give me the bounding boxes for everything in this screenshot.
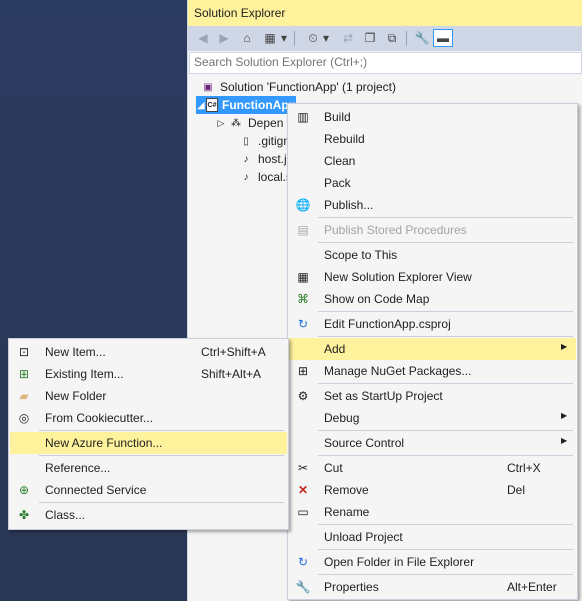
submenu-item-from-cookiecutter[interactable]: ◎ From Cookiecutter... xyxy=(10,407,287,429)
menu-item-show-on-code-map[interactable]: ⌘ Show on Code Map xyxy=(289,288,576,310)
submenu-item-new-folder[interactable]: ▰ New Folder xyxy=(10,385,287,407)
refresh-icon: ↻ xyxy=(297,555,309,569)
gear-icon: ⚙ xyxy=(297,389,309,403)
menu-item-publish[interactable]: 🌐 Publish... xyxy=(289,194,576,216)
menu-separator xyxy=(39,502,284,503)
file-icon: ▯ xyxy=(243,135,249,147)
globe-icon: 🌐 xyxy=(295,198,311,212)
add-submenu: ⊡ New Item... Ctrl+Shift+A ⊞ Existing It… xyxy=(8,338,289,530)
tree-item-host-json[interactable]: ♪ host.js xyxy=(238,150,293,168)
class-icon: ✤ xyxy=(18,508,30,522)
menu-separator xyxy=(318,574,573,575)
database-icon: ▤ xyxy=(297,223,309,237)
submenu-item-class[interactable]: ✤ Class... xyxy=(10,504,287,526)
show-all-files-icon[interactable]: ⧉ xyxy=(383,29,401,47)
menu-item-add[interactable]: Add ▶ xyxy=(289,338,576,360)
menu-item-cut[interactable]: ✂ Cut Ctrl+X xyxy=(289,457,576,479)
expand-arrow-icon[interactable]: ▷ xyxy=(214,118,228,129)
menu-item-scope-to-this[interactable]: Scope to This xyxy=(289,244,576,266)
submenu-arrow-icon: ▶ xyxy=(561,342,568,351)
tree-item-gitignore[interactable]: ▯ .gitign xyxy=(238,132,290,150)
menu-item-remove[interactable]: ✕ Remove Del xyxy=(289,479,576,501)
menu-item-clean[interactable]: Clean xyxy=(289,150,576,172)
search-box[interactable] xyxy=(189,52,582,74)
tree-item-local-settings[interactable]: ♪ local.s xyxy=(238,168,293,186)
connected-service-icon: ⊕ xyxy=(18,483,30,497)
menu-item-edit-csproj[interactable]: ↻ Edit FunctionApp.csproj xyxy=(289,313,576,335)
existing-item-icon: ⊞ xyxy=(18,367,30,381)
menu-separator xyxy=(318,217,573,218)
menu-separator xyxy=(318,549,573,550)
new-item-icon: ⊡ xyxy=(18,345,30,359)
menu-item-rename[interactable]: ▭ Rename xyxy=(289,501,576,523)
folder-icon: ▰ xyxy=(19,389,29,403)
menu-separator xyxy=(318,383,573,384)
menu-separator xyxy=(318,242,573,243)
menu-separator xyxy=(318,336,573,337)
json-file-icon: ♪ xyxy=(243,153,249,165)
tree-item-project[interactable]: ◢ C# FunctionApp xyxy=(196,96,296,114)
new-view-icon: ▦ xyxy=(297,270,309,284)
cut-icon: ✂ xyxy=(297,461,309,475)
collapse-arrow-icon[interactable]: ◢ xyxy=(196,100,206,111)
submenu-arrow-icon: ▶ xyxy=(561,411,568,420)
sync-icon[interactable]: ⇄ xyxy=(339,29,357,47)
forward-icon[interactable]: ▶ xyxy=(215,29,233,47)
submenu-item-reference[interactable]: Reference... xyxy=(10,457,287,479)
menu-separator xyxy=(318,455,573,456)
menu-separator xyxy=(318,430,573,431)
submenu-item-new-azure-function[interactable]: New Azure Function... xyxy=(10,432,287,454)
menu-item-source-control[interactable]: Source Control ▶ xyxy=(289,432,576,454)
menu-item-build[interactable]: ▥ Build xyxy=(289,106,576,128)
menu-item-unload-project[interactable]: Unload Project xyxy=(289,526,576,548)
home-icon[interactable]: ⌂ xyxy=(238,29,256,47)
menu-separator xyxy=(39,430,284,431)
submenu-item-existing-item[interactable]: ⊞ Existing Item... Shift+Alt+A xyxy=(10,363,287,385)
menu-item-set-startup-project[interactable]: ⚙ Set as StartUp Project xyxy=(289,385,576,407)
submenu-arrow-icon: ▶ xyxy=(561,436,568,445)
rename-icon: ▭ xyxy=(297,505,309,519)
chevron-down-icon[interactable]: ▾ xyxy=(280,29,288,47)
tree-item-solution[interactable]: ▣ Solution 'FunctionApp' (1 project) xyxy=(200,78,396,96)
submenu-item-new-item[interactable]: ⊡ New Item... Ctrl+Shift+A xyxy=(10,341,287,363)
menu-item-new-solution-explorer-view[interactable]: ▦ New Solution Explorer View xyxy=(289,266,576,288)
preview-selected-icon[interactable]: ▬ xyxy=(433,29,453,47)
menu-item-debug[interactable]: Debug ▶ xyxy=(289,407,576,429)
panel-title: Solution Explorer xyxy=(194,6,286,20)
dependencies-icon: ⁂ xyxy=(231,117,241,129)
menu-item-rebuild[interactable]: Rebuild xyxy=(289,128,576,150)
project-context-menu: ▥ Build Rebuild Clean Pack 🌐 Publish... … xyxy=(287,103,578,600)
nuget-icon: ⊞ xyxy=(297,364,309,378)
solution-icon: ▣ xyxy=(203,81,213,93)
chevron-down-icon[interactable]: ▾ xyxy=(322,29,330,47)
menu-item-properties[interactable]: 🔧 Properties Alt+Enter xyxy=(289,576,576,598)
menu-item-manage-nuget[interactable]: ⊞ Manage NuGet Packages... xyxy=(289,360,576,382)
back-icon[interactable]: ◀ xyxy=(194,29,212,47)
code-map-icon: ⌘ xyxy=(297,292,309,306)
menu-item-open-folder[interactable]: ↻ Open Folder in File Explorer xyxy=(289,551,576,573)
csharp-project-icon: C# xyxy=(206,98,218,112)
search-input[interactable] xyxy=(190,53,568,71)
edit-icon: ↻ xyxy=(297,317,309,331)
tree-item-dependencies[interactable]: ▷ ⁂ Depen xyxy=(214,114,284,132)
wrench-icon: 🔧 xyxy=(295,580,311,594)
switch-views-icon[interactable]: ▦ xyxy=(261,29,279,47)
build-icon: ▥ xyxy=(297,110,309,124)
solution-explorer-toolbar: ◀ ▶ ⌂ ▦ ▾ ⏲ ▾ ⇄ ❐ ⧉ 🔧 ▬ xyxy=(188,26,582,51)
submenu-item-connected-service[interactable]: ⊕ Connected Service xyxy=(10,479,287,501)
menu-separator xyxy=(39,455,284,456)
remove-icon: ✕ xyxy=(297,483,309,497)
menu-separator xyxy=(318,311,573,312)
menu-separator xyxy=(318,524,573,525)
pending-changes-icon[interactable]: ⏲ xyxy=(304,29,322,47)
json-file-icon: ♪ xyxy=(243,171,249,183)
solution-explorer-title-bar[interactable]: Solution Explorer xyxy=(188,0,582,27)
menu-item-publish-stored-procedures[interactable]: ▤ Publish Stored Procedures xyxy=(289,219,576,241)
collapse-all-icon[interactable]: ❐ xyxy=(361,29,379,47)
properties-wrench-icon[interactable]: 🔧 xyxy=(413,29,431,47)
menu-item-pack[interactable]: Pack xyxy=(289,172,576,194)
cookiecutter-icon: ◎ xyxy=(18,411,30,425)
